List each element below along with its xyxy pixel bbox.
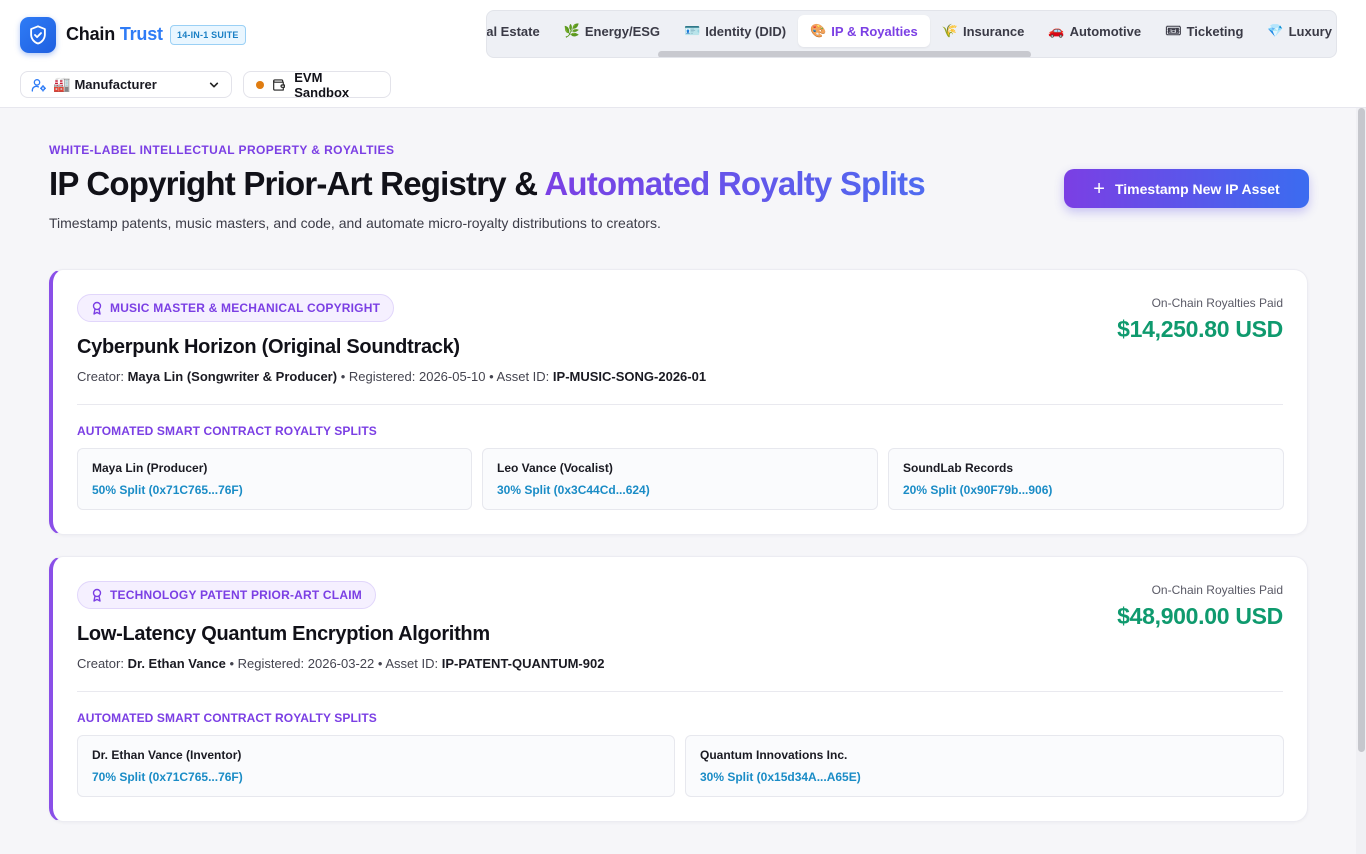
- timestamp-new-ip-asset-button[interactable]: + Timestamp New IP Asset: [1064, 169, 1309, 208]
- role-select-value: Manufacturer: [74, 77, 157, 92]
- royalties-paid-value: $48,900.00 USD: [1117, 603, 1283, 629]
- page-scrollbar-thumb[interactable]: [1358, 108, 1365, 752]
- user-settings-icon: [31, 78, 46, 92]
- tab-label: eal Estate: [486, 23, 540, 39]
- category-badge: TECHNOLOGY PATENT PRIOR-ART CLAIM: [77, 581, 376, 609]
- page-eyebrow: WHITE-LABEL INTELLECTUAL PROPERTY & ROYA…: [49, 143, 395, 157]
- creator-name: Dr. Ethan Vance: [127, 656, 226, 671]
- asset-meta: Creator: Maya Lin (Songwriter & Producer…: [77, 369, 706, 384]
- tab-energy-esg[interactable]: 🌿 Energy/ESG: [552, 15, 672, 47]
- split-share: 50% Split (0x71C765...76F): [92, 483, 243, 497]
- page-subtitle: Timestamp patents, music masters, and co…: [49, 215, 661, 231]
- royalties-paid-label: On-Chain Royalties Paid: [1151, 583, 1283, 597]
- wheat-icon: 🌾: [941, 23, 958, 38]
- tab-real-estate[interactable]: eal Estate: [486, 15, 552, 47]
- tab-label: Identity (DID): [705, 23, 787, 39]
- registered-label: • Registered:: [340, 369, 416, 384]
- royalty-split-item: Leo Vance (Vocalist) 30% Split (0x3C44Cd…: [482, 448, 878, 510]
- ticket-icon: 🎟: [1165, 23, 1182, 38]
- asset-id: IP-MUSIC-SONG-2026-01: [552, 369, 707, 384]
- split-recipient: Maya Lin (Producer): [92, 461, 208, 475]
- factory-icon: 🏭: [53, 76, 71, 92]
- royalty-split-item: SoundLab Records 20% Split (0x90F79b...9…: [888, 448, 1284, 510]
- plus-icon: +: [1093, 177, 1105, 200]
- category-label: MUSIC MASTER & MECHANICAL COPYRIGHT: [110, 301, 381, 315]
- suite-badge: 14-IN-1 SUITE: [170, 25, 246, 45]
- gem-icon: 💎: [1267, 23, 1284, 38]
- brand-name-part2: Trust: [119, 24, 163, 44]
- split-share: 20% Split (0x90F79b...906): [903, 483, 1053, 497]
- module-tabs-list: eal Estate 🌿 Energy/ESG 🪪 Identity (DID) 🎨…: [486, 15, 1336, 47]
- split-recipient: SoundLab Records: [903, 461, 1014, 475]
- split-share: 30% Split (0x3C44Cd...624): [497, 483, 650, 497]
- network-status-dot: [256, 80, 264, 89]
- id-card-icon: 🪪: [684, 23, 701, 38]
- creator-label: Creator:: [77, 656, 124, 671]
- asset-id: IP-PATENT-QUANTUM-902: [441, 656, 605, 671]
- role-select[interactable]: 🏭 Manufacturer: [20, 71, 232, 98]
- logo[interactable]: [20, 17, 56, 53]
- asset-title: Cyberpunk Horizon (Original Soundtrack): [77, 336, 460, 358]
- splits-heading: AUTOMATED SMART CONTRACT ROYALTY SPLITS: [77, 711, 377, 725]
- wallet-icon: [272, 78, 285, 91]
- registered-date: 2026-03-22: [307, 656, 375, 671]
- button-label: Timestamp New IP Asset: [1114, 180, 1280, 197]
- split-recipient: Dr. Ethan Vance (Inventor): [92, 748, 242, 762]
- registered-label: • Registered:: [229, 656, 305, 671]
- tab-luxury[interactable]: 💎 Luxury: [1255, 15, 1336, 47]
- registered-date: 2026-05-10: [418, 369, 486, 384]
- chevron-down-icon: [209, 82, 219, 88]
- split-share: 30% Split (0x15d34A...A65E): [700, 770, 861, 784]
- royalties-paid-label: On-Chain Royalties Paid: [1151, 296, 1283, 310]
- royalty-split-item: Quantum Innovations Inc. 30% Split (0x15…: [685, 735, 1284, 797]
- royalty-split-item: Dr. Ethan Vance (Inventor) 70% Split (0x…: [77, 735, 675, 797]
- tab-automotive[interactable]: 🚗 Automotive: [1036, 15, 1153, 47]
- split-recipient: Quantum Innovations Inc.: [700, 748, 848, 762]
- leaf-icon: 🌿: [563, 23, 580, 38]
- creator-name: Maya Lin (Songwriter & Producer): [127, 369, 338, 384]
- tab-label: Automotive: [1069, 23, 1142, 39]
- award-icon: [92, 301, 102, 315]
- car-icon: 🚗: [1048, 23, 1065, 38]
- tab-ip-royalties[interactable]: 🎨 IP & Royalties: [798, 15, 930, 47]
- network-label: EVM Sandbox: [294, 69, 350, 100]
- page-title-part2: Automated Royalty Splits: [544, 165, 925, 202]
- app-header: Chain Trust 14-IN-1 SUITE 🏭 Manufacturer…: [0, 0, 1366, 108]
- category-label: TECHNOLOGY PATENT PRIOR-ART CLAIM: [110, 588, 362, 602]
- tab-insurance[interactable]: 🌾 Insurance: [930, 15, 1037, 47]
- royalty-split-item: Maya Lin (Producer) 50% Split (0x71C765.…: [77, 448, 472, 510]
- asset-meta: Creator: Dr. Ethan Vance • Registered: 2…: [77, 656, 604, 671]
- tab-label: IP & Royalties: [831, 23, 918, 39]
- asset-title: Low-Latency Quantum Encryption Algorithm: [77, 623, 490, 645]
- palette-icon: 🎨: [810, 23, 827, 38]
- tab-label: Luxury: [1288, 23, 1332, 39]
- asset-id-label: • Asset ID:: [377, 656, 439, 671]
- award-icon: [92, 588, 102, 602]
- card-divider: [77, 691, 1283, 692]
- tab-ticketing[interactable]: 🎟 Ticketing: [1153, 15, 1255, 47]
- asset-id-label: • Asset ID:: [489, 369, 550, 384]
- brand-name-part1: Chain: [66, 24, 116, 44]
- tabs-scrollbar[interactable]: [658, 51, 1031, 57]
- ip-asset-card: MUSIC MASTER & MECHANICAL COPYRIGHT Cybe…: [49, 269, 1308, 535]
- brand-name: Chain Trust: [66, 24, 163, 45]
- page-title-part1: IP Copyright Prior-Art Registry &: [49, 165, 545, 202]
- split-recipient: Leo Vance (Vocalist): [497, 461, 613, 475]
- tab-identity-did[interactable]: 🪪 Identity (DID): [672, 15, 798, 47]
- category-badge: MUSIC MASTER & MECHANICAL COPYRIGHT: [77, 294, 395, 322]
- card-divider: [77, 404, 1283, 405]
- tab-label: Ticketing: [1186, 23, 1244, 39]
- creator-label: Creator:: [77, 369, 124, 384]
- splits-heading: AUTOMATED SMART CONTRACT ROYALTY SPLITS: [77, 424, 377, 438]
- tab-label: Energy/ESG: [584, 23, 661, 39]
- shield-check-icon: [30, 25, 46, 45]
- network-status-button[interactable]: EVM Sandbox: [243, 69, 391, 100]
- module-tabs: eal Estate 🌿 Energy/ESG 🪪 Identity (DID) 🎨…: [486, 10, 1337, 58]
- page-scrollbar[interactable]: [1356, 108, 1366, 854]
- tab-label: Insurance: [962, 23, 1025, 39]
- ip-asset-card: TECHNOLOGY PATENT PRIOR-ART CLAIM Low-La…: [49, 556, 1308, 822]
- page-title: IP Copyright Prior-Art Registry & Automa…: [49, 165, 926, 203]
- split-share: 70% Split (0x71C765...76F): [92, 770, 243, 784]
- royalties-paid-value: $14,250.80 USD: [1117, 316, 1283, 342]
